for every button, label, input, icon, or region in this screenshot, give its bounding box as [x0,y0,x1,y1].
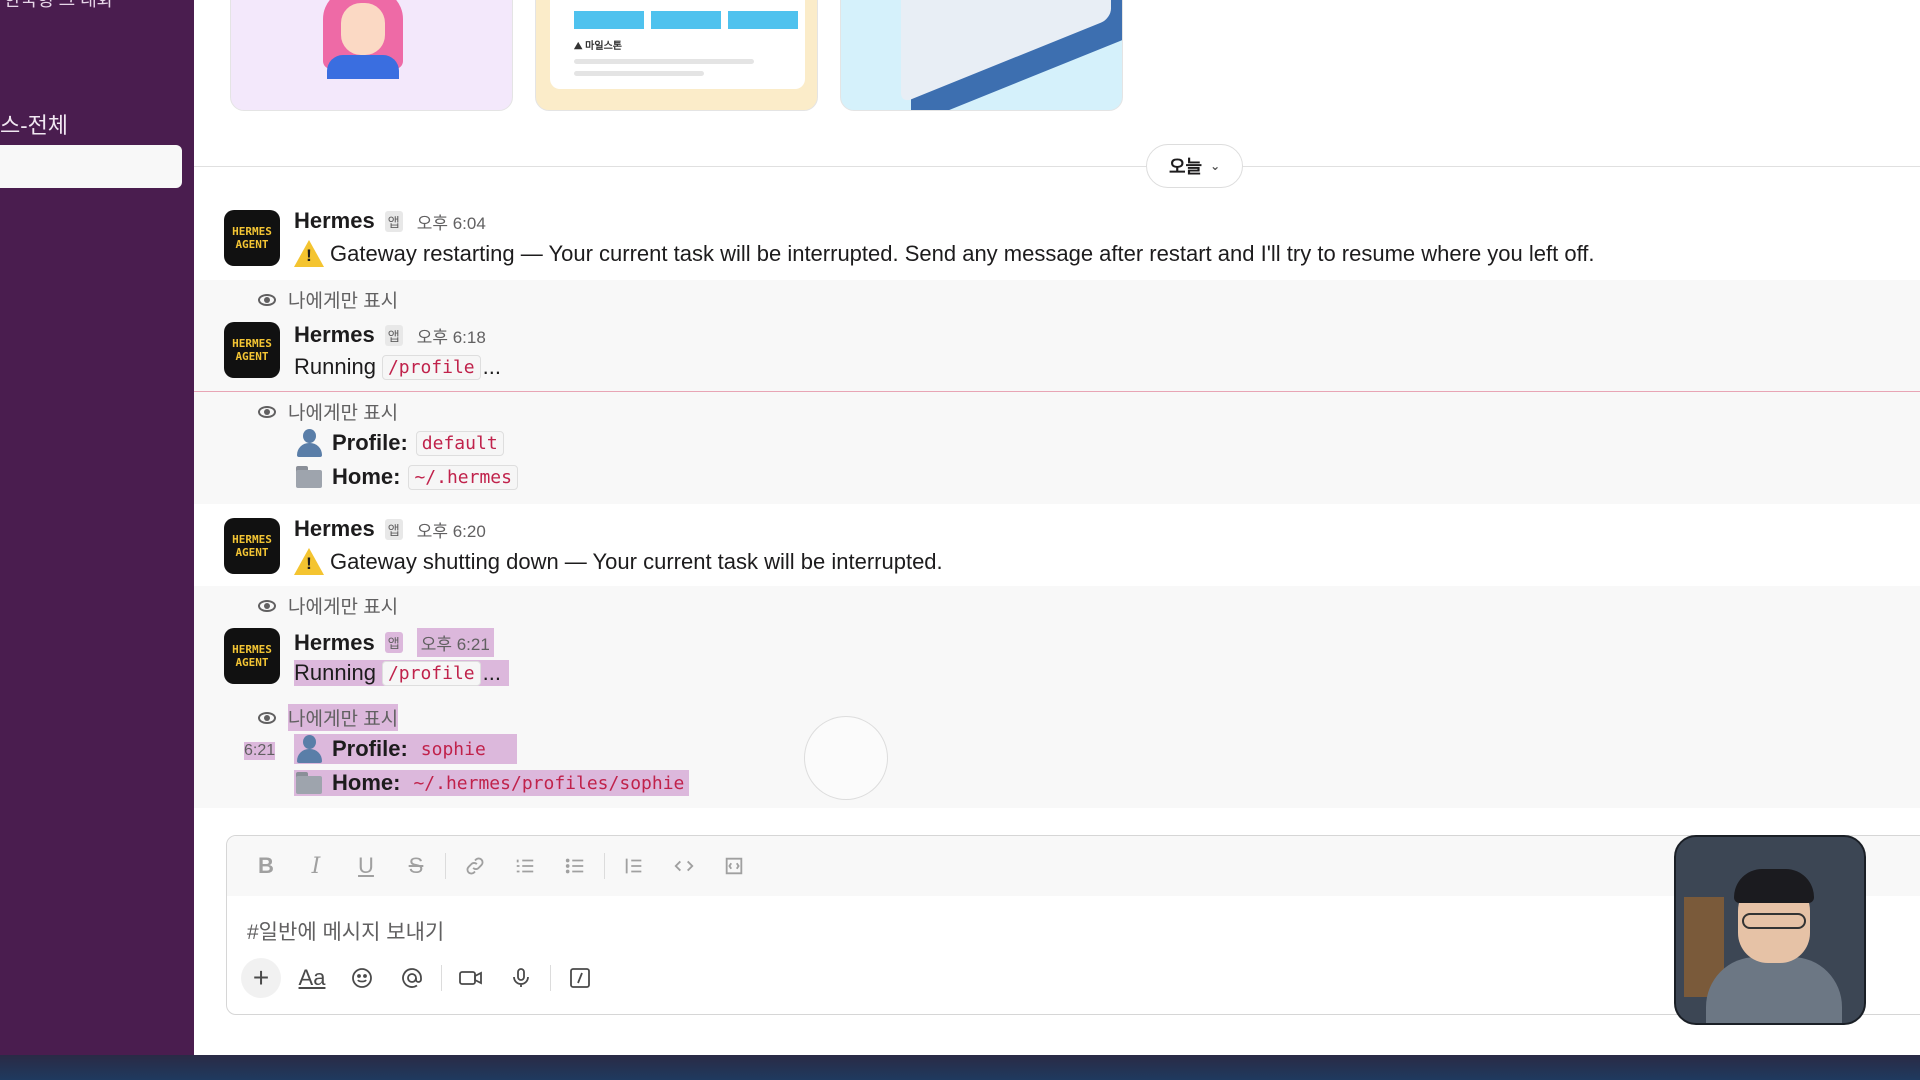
message-input[interactable]: #일반에 메시지 보내기 [247,916,444,946]
chevron-down-icon: ⌄ [1210,159,1221,173]
message-body: Running /profile ... [294,354,501,380]
app-badge: 앱 [384,210,403,232]
sender-name[interactable]: Hermes [294,630,375,656]
image-card-milestone[interactable]: ⛰ 마일스톤 [535,0,818,111]
blockquote-icon[interactable] [609,846,659,886]
emoji-icon[interactable] [337,956,387,1000]
folder-icon [294,770,324,796]
plus-icon[interactable]: + [241,958,281,998]
only-visible-to-you-label: 나에게만 표시 [288,291,399,312]
milestone-label: ⛰ 마일스톤 [574,41,622,52]
eye-icon [258,293,276,306]
inline-code: ~/.hermes/profiles/sophie [413,772,685,794]
underline-icon[interactable]: U [341,846,391,886]
sidebar-item-active[interactable] [0,145,182,188]
folder-icon [294,464,324,490]
home-line: Home: ~/.hermes/profiles/sophie [294,770,690,796]
avatar[interactable]: HERMES AGENT [224,210,280,266]
image-card-avatar[interactable] [230,0,513,111]
profile-line: Profile: sophie [294,734,517,764]
hover-timestamp[interactable]: 6:21 [244,742,276,760]
eye-icon [258,405,276,418]
inline-code: /profile [381,354,481,380]
channel-main: ⛰ 마일스톤 오늘 ⌄ HERMES AGENT Hermes 앱 오후 6:04 [194,0,1920,1055]
sender-name[interactable]: Hermes [294,516,375,542]
only-visible-to-you-label: 나에게만 표시 [288,403,399,424]
illustration-board: ⛰ 마일스톤 [550,0,805,89]
sidebar-workspace-name[interactable]: 한국형 그 대화 [4,0,113,12]
bold-icon[interactable]: B [241,846,291,886]
mouse-cursor-indicator [804,716,888,800]
message-timestamp[interactable]: 오후 6:20 [417,517,486,542]
avatar[interactable]: HERMES AGENT [224,322,280,378]
italic-icon[interactable]: I [291,846,341,886]
avatar[interactable]: HERMES AGENT [224,628,280,684]
slash-command-icon[interactable] [555,956,605,1000]
inline-code: sophie [420,738,486,760]
bullet-list-icon[interactable] [550,846,600,886]
text-format-button[interactable]: Aa [287,956,337,1000]
slack-window: 한국형 그 대화 스-전체 ⛰ 마일스톤 오늘 ⌄ HERMES AGENT H… [0,0,1920,1080]
code-block-icon[interactable] [709,846,759,886]
message-body: Running /profile ... [294,660,509,686]
os-taskbar [0,1055,1920,1080]
warning-icon: ! [294,240,324,268]
date-divider-line [194,166,1920,167]
microphone-icon[interactable] [496,956,546,1000]
message-timestamp[interactable]: 오후 6:18 [417,323,486,348]
eye-icon [258,711,276,724]
formatting-toolbar: B I U S [227,836,1920,896]
image-card-isometric[interactable] [840,0,1123,111]
home-line: Home: ~/.hermes [294,464,518,490]
inline-code: ~/.hermes [408,464,518,490]
inline-code: default [415,430,504,456]
message-composer[interactable]: B I U S #일반에 메시지 보내기 + Aa [226,835,1920,1015]
video-icon[interactable] [446,956,496,1000]
date-divider-label: 오늘 [1169,157,1203,177]
person-icon [294,734,324,764]
date-divider-button[interactable]: 오늘 ⌄ [1146,144,1244,188]
ordered-list-icon[interactable] [500,846,550,886]
message-timestamp[interactable]: 오후 6:04 [417,209,486,234]
message-body: ! Gateway shutting down — Your current t… [294,548,943,576]
webcam-overlay [1674,835,1866,1025]
warning-icon: ! [294,548,324,576]
illustration-avatar [323,0,403,79]
only-visible-to-you-label: 나에게만 표시 [288,704,399,731]
app-badge: 앱 [384,632,403,653]
app-badge: 앱 [384,518,403,540]
mention-icon[interactable] [387,956,437,1000]
only-visible-to-you-label: 나에게만 표시 [288,597,399,618]
strikethrough-icon[interactable]: S [391,846,441,886]
code-icon[interactable] [659,846,709,886]
link-icon[interactable] [450,846,500,886]
inline-code: /profile [381,660,481,686]
sender-name[interactable]: Hermes [294,322,375,348]
sender-name[interactable]: Hermes [294,208,375,234]
sidebar-section-label[interactable]: 스-전체 [0,108,68,140]
composer-actions: + Aa [241,956,605,1000]
app-badge: 앱 [384,324,403,346]
message-body: ! Gateway restarting — Your current task… [294,240,1595,268]
workspace-sidebar: 한국형 그 대화 스-전체 [0,0,194,1055]
message-timestamp[interactable]: 오후 6:21 [416,628,494,657]
avatar[interactable]: HERMES AGENT [224,518,280,574]
person-icon [294,428,324,458]
eye-icon [258,599,276,612]
profile-line: Profile: default [294,428,504,458]
